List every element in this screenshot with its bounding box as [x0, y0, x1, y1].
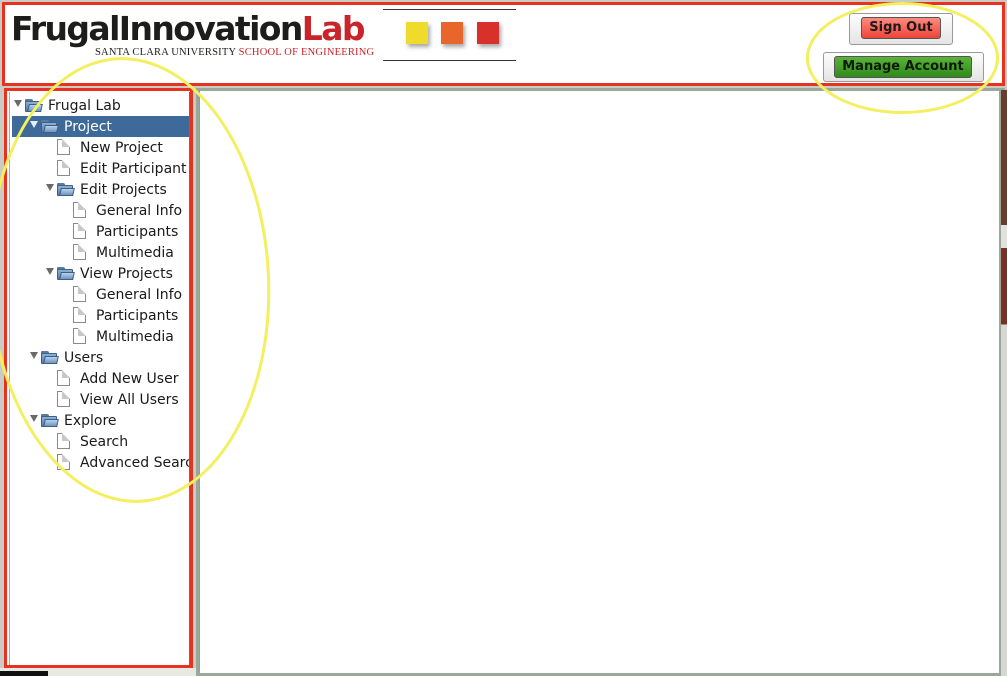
- sign-out-button[interactable]: Sign Out: [861, 17, 941, 39]
- logo-word-frugalinnovation: FrugalInnovation: [11, 9, 303, 48]
- logo-university: SANTA CLARA UNIVERSITY: [95, 47, 236, 58]
- window-edge: [1001, 90, 1007, 676]
- tree-item-edit-projects[interactable]: Edit Projects: [12, 179, 189, 200]
- tree-item-label: Edit Participant: [80, 161, 187, 177]
- tree-item-label: Frugal Lab: [48, 98, 121, 114]
- document-icon: [73, 244, 86, 260]
- expand-arrow-icon[interactable]: [30, 121, 38, 128]
- folder-open-icon: [41, 351, 59, 365]
- expand-arrow-icon[interactable]: [46, 268, 54, 275]
- logo-school: SCHOOL OF ENGINEERING: [238, 47, 375, 58]
- logo-word-lab: Lab: [301, 9, 366, 48]
- tree-item-label: Users: [64, 350, 104, 366]
- orange-swatch: [441, 22, 463, 44]
- navigation-sidebar: Frugal Lab Project New Project Edit Partici…: [4, 88, 193, 668]
- folder-open-icon: [25, 99, 43, 113]
- tree-item-label: Project: [64, 119, 112, 135]
- document-icon: [57, 433, 70, 449]
- tree-item-label: Participants: [96, 224, 179, 240]
- document-icon: [73, 223, 86, 239]
- folder-open-icon: [41, 414, 59, 428]
- document-icon: [57, 139, 70, 155]
- tree-item-search[interactable]: Search: [12, 431, 189, 452]
- tree-item-label: Multimedia: [96, 245, 174, 261]
- document-icon: [57, 160, 70, 176]
- tree-item-label: View All Users: [80, 392, 179, 408]
- tree-item-label: View Projects: [80, 266, 173, 282]
- tree-item-users[interactable]: Users: [12, 347, 189, 368]
- red-swatch: [477, 22, 499, 44]
- expand-arrow-icon[interactable]: [30, 415, 38, 422]
- folder-open-icon: [57, 267, 75, 281]
- tree-item-add-new-user[interactable]: Add New User: [12, 368, 189, 389]
- tree-item-frugal-lab[interactable]: Frugal Lab: [12, 95, 189, 116]
- tree-item-label: Participants: [96, 308, 179, 324]
- folder-open-icon: [57, 183, 75, 197]
- tree-item-edit-participant[interactable]: Edit Participant: [12, 158, 189, 179]
- manage-account-button[interactable]: Manage Account: [834, 56, 972, 78]
- content-frame: [196, 88, 1005, 676]
- document-icon: [73, 202, 86, 218]
- tree-item-explore[interactable]: Explore: [12, 410, 189, 431]
- tree-item-multimedia[interactable]: Multimedia: [12, 242, 189, 263]
- tree-item-general-info[interactable]: General Info: [12, 284, 189, 305]
- tree-item-label: Explore: [64, 413, 117, 429]
- tree-item-participants[interactable]: Participants: [12, 221, 189, 242]
- expand-arrow-icon[interactable]: [14, 100, 22, 107]
- tree-item-label: Advanced Search: [80, 455, 190, 471]
- yellow-swatch: [406, 22, 428, 44]
- tree-item-label: Edit Projects: [80, 182, 167, 198]
- manage-account-button-frame: Manage Account: [823, 52, 984, 82]
- expand-arrow-icon[interactable]: [46, 184, 54, 191]
- tree-item-view-all-users[interactable]: View All Users: [12, 389, 189, 410]
- expand-arrow-icon[interactable]: [30, 352, 38, 359]
- sign-out-button-frame: Sign Out: [849, 13, 953, 45]
- app-window: FrugalInnovationLab SANTA CLARA UNIVERSI…: [0, 0, 1007, 676]
- navigation-tree: Frugal Lab Project New Project Edit Partici…: [12, 95, 190, 473]
- bottom-corner: [0, 671, 48, 676]
- tree-item-advanced-search[interactable]: Advanced Search: [12, 452, 190, 473]
- color-swatch-strip: [383, 9, 516, 61]
- tree-item-label: Multimedia: [96, 329, 174, 345]
- tree-item-label: Add New User: [80, 371, 179, 387]
- tree-item-general-info[interactable]: General Info: [12, 200, 189, 221]
- document-icon: [73, 328, 86, 344]
- content-panel: [199, 91, 999, 673]
- tree-item-label: Search: [80, 434, 129, 450]
- document-icon: [57, 454, 70, 470]
- tree-item-project[interactable]: Project: [12, 116, 189, 137]
- tree-item-label: New Project: [80, 140, 163, 156]
- document-icon: [73, 286, 86, 302]
- logo-subtitle: SANTA CLARA UNIVERSITY SCHOOL OF ENGINEE…: [95, 47, 374, 58]
- tree-panel: Frugal Lab Project New Project Edit Partici…: [9, 92, 190, 665]
- document-icon: [57, 370, 70, 386]
- tree-item-multimedia[interactable]: Multimedia: [12, 326, 189, 347]
- document-icon: [57, 391, 70, 407]
- frugal-innovation-lab-logo: FrugalInnovationLab SANTA CLARA UNIVERSI…: [11, 9, 374, 58]
- tree-item-label: General Info: [96, 203, 183, 219]
- document-icon: [73, 307, 86, 323]
- tree-item-new-project[interactable]: New Project: [12, 137, 189, 158]
- folder-open-icon: [41, 120, 59, 134]
- tree-item-participants[interactable]: Participants: [12, 305, 189, 326]
- tree-item-label: General Info: [96, 287, 183, 303]
- logo-wordmark: FrugalInnovationLab: [11, 9, 366, 49]
- header-bar: FrugalInnovationLab SANTA CLARA UNIVERSI…: [2, 2, 1005, 86]
- tree-item-view-projects[interactable]: View Projects: [12, 263, 189, 284]
